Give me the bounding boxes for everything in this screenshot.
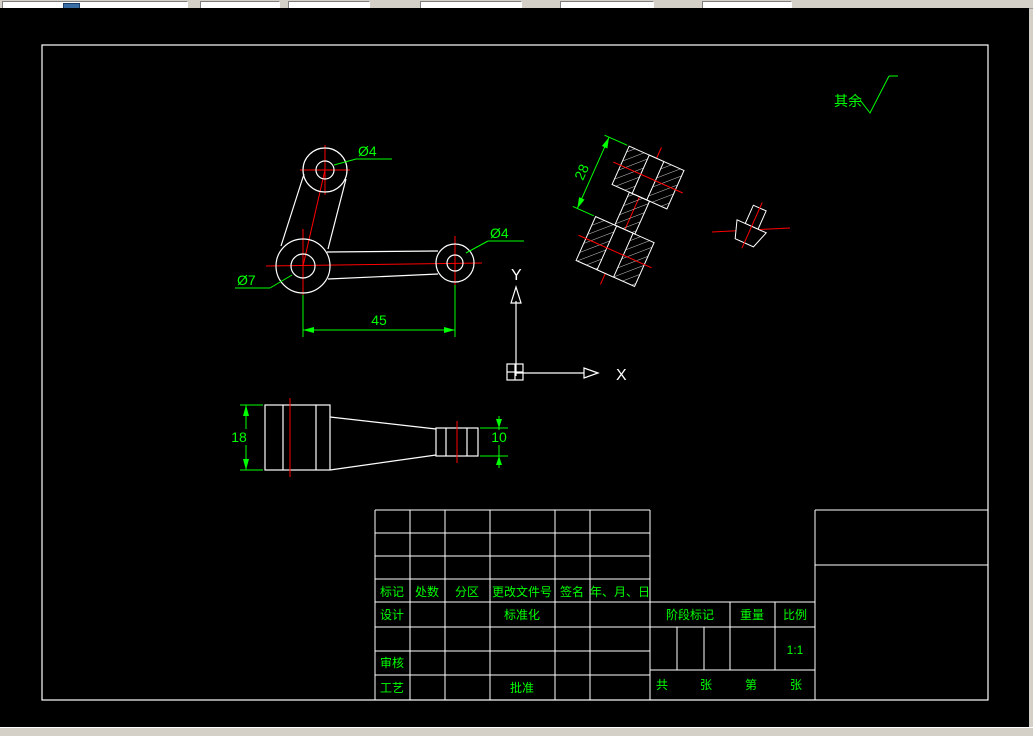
surface-note-label: 其余	[834, 93, 862, 109]
tb-scale-label: 比例	[783, 608, 807, 622]
tb-audit-label: 审核	[380, 655, 404, 670]
status-bar	[0, 727, 1033, 736]
tb-design-label: 设计	[380, 608, 404, 622]
title-block: 标记 处数 分区 更改文件号 签名 年、月、日 设计 标准化 审核 工艺 批准 …	[374, 509, 988, 700]
tb-scale-value: 1:1	[787, 643, 804, 657]
dim-45-label: 45	[371, 312, 387, 328]
dim-center-hole-label: Ø7	[237, 272, 256, 288]
dim-right-hole-label: Ø4	[490, 225, 509, 241]
axis-y-label: Y	[511, 267, 522, 284]
side-dimensions: 18 10	[226, 404, 512, 471]
tb-header-signature: 签名	[560, 584, 584, 599]
tb-header-date: 年、月、日	[590, 585, 650, 599]
tb-stage-mark-label: 阶段标记	[666, 607, 714, 622]
dim-18-label: 18	[231, 429, 247, 445]
tb-standardize-label: 标准化	[504, 608, 540, 622]
tb-weight-label: 重量	[740, 608, 764, 622]
dim-top-hole-label: Ø4	[358, 143, 377, 159]
tb-process-label: 工艺	[380, 681, 404, 695]
tb-sheet-total-unit: 张	[700, 678, 712, 692]
side-view	[264, 398, 479, 477]
dim-28-label: 28	[571, 161, 592, 182]
plan-dimensions: 45 Ø4 Ø4 Ø7	[235, 143, 524, 337]
tb-sheet-no-unit: 张	[790, 678, 802, 692]
model-space-canvas[interactable]: 45 Ø4 Ø4 Ø7 Y X 28 18 10 其余 标记 处数 分区 更改文…	[0, 8, 1029, 728]
plan-view	[265, 145, 483, 303]
surface-finish-note: 其余	[834, 75, 898, 114]
tb-header-mark: 标记	[380, 585, 404, 599]
end-view	[711, 202, 791, 249]
cad-drawing[interactable]: 45 Ø4 Ø4 Ø7 Y X 28 18 10 其余 标记 处数 分区 更改文…	[0, 8, 1029, 728]
tb-sheet-total-label: 共	[656, 678, 668, 692]
tb-sheet-no-label: 第	[745, 678, 757, 692]
tb-header-file-no: 更改文件号	[492, 584, 552, 599]
iso-section-view: 28	[571, 134, 685, 288]
tb-approve-label: 批准	[510, 680, 534, 695]
dim-10-label: 10	[491, 429, 507, 445]
roughness-icon	[859, 75, 890, 114]
ucs-icon: Y X	[506, 267, 627, 384]
axis-x-label: X	[616, 367, 627, 384]
tb-header-count: 处数	[415, 584, 439, 599]
tb-header-zone: 分区	[455, 585, 479, 599]
